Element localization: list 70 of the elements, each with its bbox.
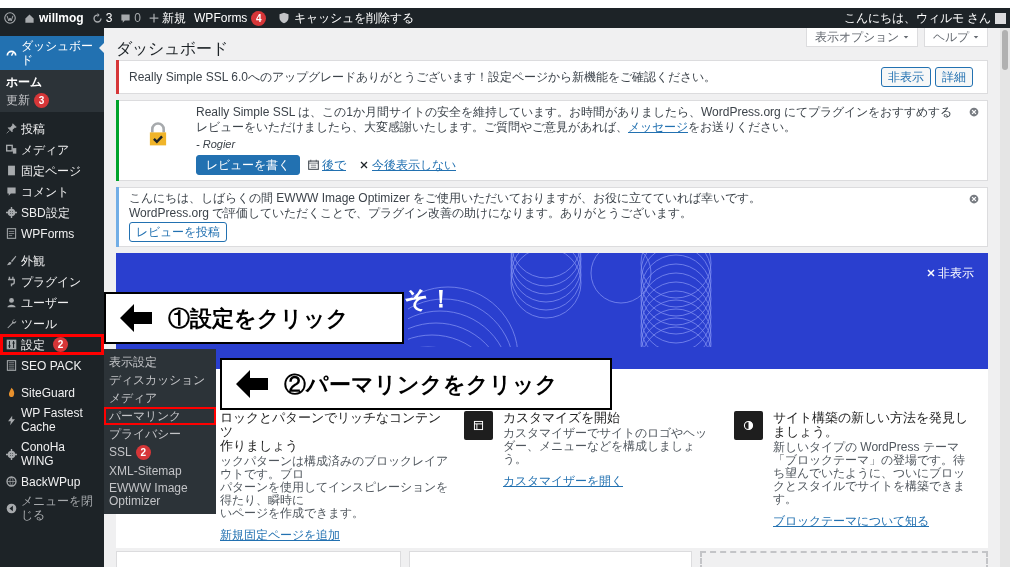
wpforms-menu-link[interactable]: WPForms — [194, 9, 248, 27]
callout-text: ②パーマリンクをクリック — [284, 370, 558, 399]
card-description: ックパターンは構成済みのブロックレイアウトです。ブロ — [220, 454, 449, 481]
flyout-item[interactable]: SSL 2 — [104, 443, 216, 462]
signature-text: - Rogier — [196, 137, 236, 152]
flyout-item[interactable]: 表示設定 — [104, 353, 216, 371]
new-menu-link[interactable]: 新規 — [162, 9, 187, 27]
notice-text: Really Simple SSL 6.0へのアップグレードありがとうございます！設定ページから新機能をご確認ください。 — [129, 69, 717, 86]
rate-button[interactable]: レビューを投稿 — [129, 221, 227, 242]
sidebar-item[interactable]: 外観 — [0, 250, 104, 271]
site-name-link[interactable]: willmog — [39, 9, 84, 27]
sidebar-item[interactable]: WP Fastest Cache — [0, 403, 104, 437]
sidebar-item[interactable]: SBD設定 — [0, 202, 104, 223]
card-description: カスタマイザーでサイトのロゴやヘッダー、メニューなどを構成しましょう。 — [503, 426, 708, 466]
clear-cache-link[interactable]: キャッシュを削除する — [294, 9, 415, 27]
welcome-heading: そ！ — [404, 283, 453, 314]
card-link[interactable]: ブロックテーマについて知る — [773, 513, 929, 528]
message-link[interactable]: メッセージ — [628, 120, 688, 134]
collapse-menu-button[interactable]: メニューを閉じる — [0, 494, 104, 522]
sidebar-item[interactable]: SiteGuard — [0, 382, 104, 403]
flyout-item[interactable]: ディスカッション — [104, 371, 216, 389]
greeting-link[interactable]: こんにちは、ウィルモ さん — [843, 9, 991, 27]
card-description: いページを作成できます。 — [220, 506, 365, 520]
page-title: ダッシュボード — [116, 40, 228, 58]
sidebar-item[interactable]: メディア — [0, 139, 104, 160]
callout-text: ①設定をクリック — [168, 304, 349, 333]
count-badge: 2 — [135, 445, 151, 460]
card-description: 新しいタイプの WordPress テーマ「ブロックテーマ」の登場です。待ち望んでいたように、ついにブロックとスタイルでサイトを構築できます。 — [773, 440, 966, 506]
notice-button[interactable]: 非表示 — [881, 67, 931, 87]
flyout-item[interactable]: プライバシー — [104, 425, 216, 443]
sidebar-item[interactable]: BackWPup — [0, 471, 104, 492]
notice-button[interactable]: 詳細 — [935, 67, 973, 87]
card-heading: カスタマイズを開始 — [503, 410, 621, 425]
submenu-item[interactable]: ホーム — [0, 73, 104, 91]
hide-link[interactable]: 非表示 — [927, 263, 974, 282]
sidebar-item[interactable]: WPForms — [0, 223, 104, 244]
count-badge: 3 — [34, 92, 49, 108]
count-badge: 4 — [251, 10, 267, 26]
sidebar-item[interactable]: 固定ページ — [0, 160, 104, 181]
flyout-item[interactable]: パーマリンク — [104, 407, 216, 425]
help-tab[interactable]: ヘルプ — [924, 28, 988, 47]
flyout-item[interactable]: EWWW Image Optimizer — [104, 480, 216, 510]
screen-options-tab[interactable]: 表示オプション — [806, 28, 918, 47]
comment-count[interactable]: 0 — [134, 9, 142, 27]
card-heading: ロックとパターンでリッチなコンテンツ — [220, 410, 442, 439]
sidebar-item[interactable]: ツール — [0, 313, 104, 334]
notice-text: Really Simple SSL は、この1か月間サイトの安全を維持しています。お時間がありましたら、WordPress.org にてプラグインをおすすめするレビューをいただけましたら、大変感謝いたします。ご質問やご意見があれば、メッセージをお送りください。 — [196, 105, 954, 135]
sidebar-item[interactable]: ユーザー — [0, 292, 104, 313]
sidebar-item[interactable]: ダッシュボード — [0, 36, 104, 70]
sidebar-item[interactable]: コメント — [0, 181, 104, 202]
sidebar-item[interactable]: ConoHa WING — [0, 437, 104, 471]
notice-text: こんにちは、しばらくの間 EWWW Image Optimizer をご使用いただいておりますが、お役に立てていれば幸いです。 — [129, 190, 762, 206]
review-button[interactable]: レビューを書く — [196, 154, 300, 175]
sidebar-item[interactable]: SEO PACK — [0, 355, 104, 376]
sidebar-item[interactable]: プラグイン — [0, 271, 104, 292]
update-count[interactable]: 3 — [105, 9, 113, 27]
dismiss-link[interactable]: 今後表示しない — [372, 155, 456, 174]
sidebar-item[interactable]: 投稿 — [0, 118, 104, 139]
later-link[interactable]: 後で — [322, 155, 346, 174]
notice-text: WordPress.org で評価していただくことで、プラグイン改善の助けになります。ありがとうございます。 — [129, 205, 694, 221]
card-description: パターンを使用してインスピレーションを得たり、瞬時に — [220, 480, 449, 507]
card-heading: サイト構築の新しい方法を発見しましょう。 — [773, 410, 969, 439]
sidebar-item[interactable]: 設定 2 — [0, 334, 104, 355]
flyout-item[interactable]: メディア — [104, 389, 216, 407]
submenu-item[interactable]: 更新 3 — [0, 91, 104, 109]
count-badge: 2 — [53, 337, 68, 352]
flyout-item[interactable]: XML-Sitemap — [104, 462, 216, 480]
card-link[interactable]: 新規固定ページを追加 — [220, 527, 340, 542]
card-link[interactable]: カスタマイザーを開く — [503, 473, 623, 488]
card-heading: 作りましょう — [220, 438, 299, 453]
